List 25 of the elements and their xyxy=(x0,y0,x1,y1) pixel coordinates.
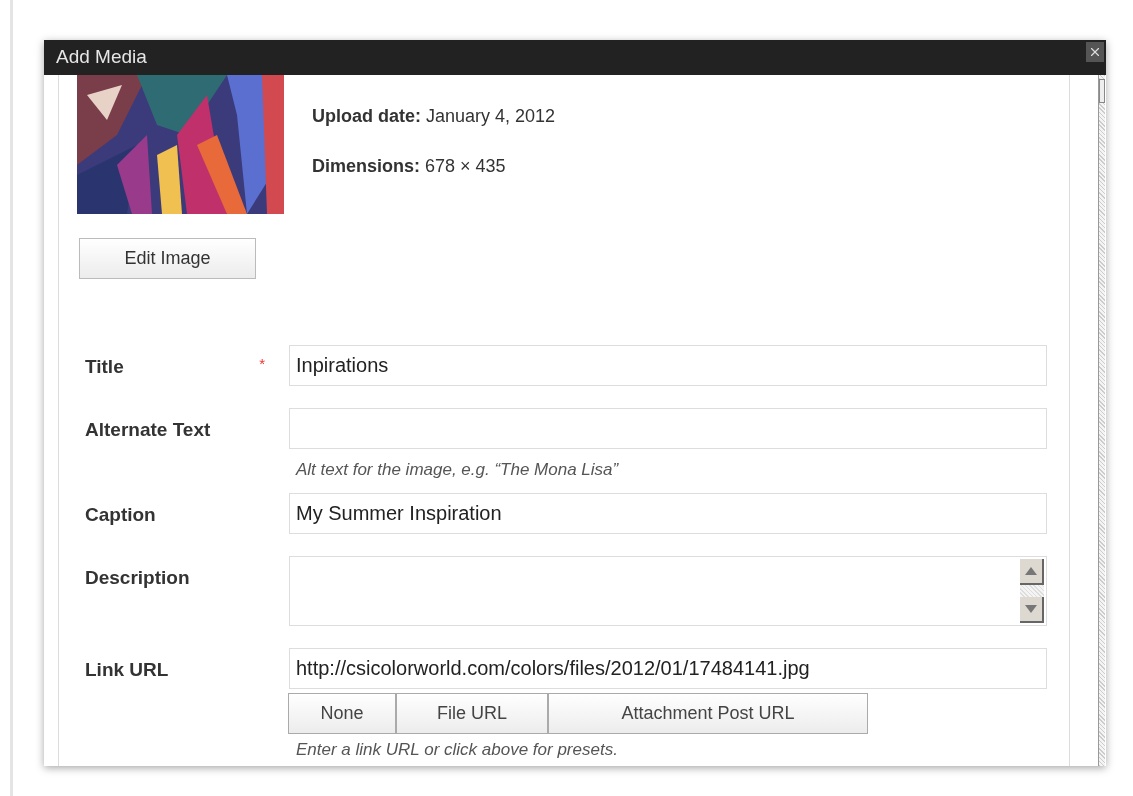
edit-image-button[interactable]: Edit Image xyxy=(79,238,256,279)
field-label: Title xyxy=(85,355,124,379)
field-label: Caption xyxy=(85,502,156,527)
help-text: Enter a link URL or click above for presets. xyxy=(295,738,619,761)
link-preset-button[interactable]: None xyxy=(288,692,396,734)
input-field[interactable]: My Summer Inspiration xyxy=(289,492,1047,534)
scroll-thumb[interactable] xyxy=(1099,79,1105,103)
input-field[interactable]: Inpirations xyxy=(289,345,1047,386)
field-label: Alternate Text xyxy=(85,418,211,442)
close-button[interactable] xyxy=(1086,42,1104,62)
window-title: Add Media xyxy=(56,45,147,70)
link-preset-button[interactable]: Attachment Post URL xyxy=(548,692,868,734)
input-field[interactable] xyxy=(289,408,1047,449)
input-field[interactable]: http://csicolorworld.com/colors/files/2012/01/17484141.jpg xyxy=(289,647,1047,689)
meta-text: Upload date: January 4, 2012 xyxy=(312,105,556,127)
help-text: Alt text for the image, e.g. “The Mona Lisa” xyxy=(294,459,620,481)
scroll-down-icon[interactable] xyxy=(1020,596,1044,623)
required-mark: * xyxy=(259,354,265,371)
scroll-up-icon[interactable] xyxy=(1020,558,1044,585)
link-preset-button[interactable]: File URL xyxy=(396,692,548,734)
scrollbar[interactable] xyxy=(1098,75,1105,766)
close-icon xyxy=(1088,45,1102,59)
meta-text: Dimensions: 678 × 435 xyxy=(312,155,507,177)
field-label: Description xyxy=(85,565,190,590)
field-label: Link URL xyxy=(85,657,169,682)
